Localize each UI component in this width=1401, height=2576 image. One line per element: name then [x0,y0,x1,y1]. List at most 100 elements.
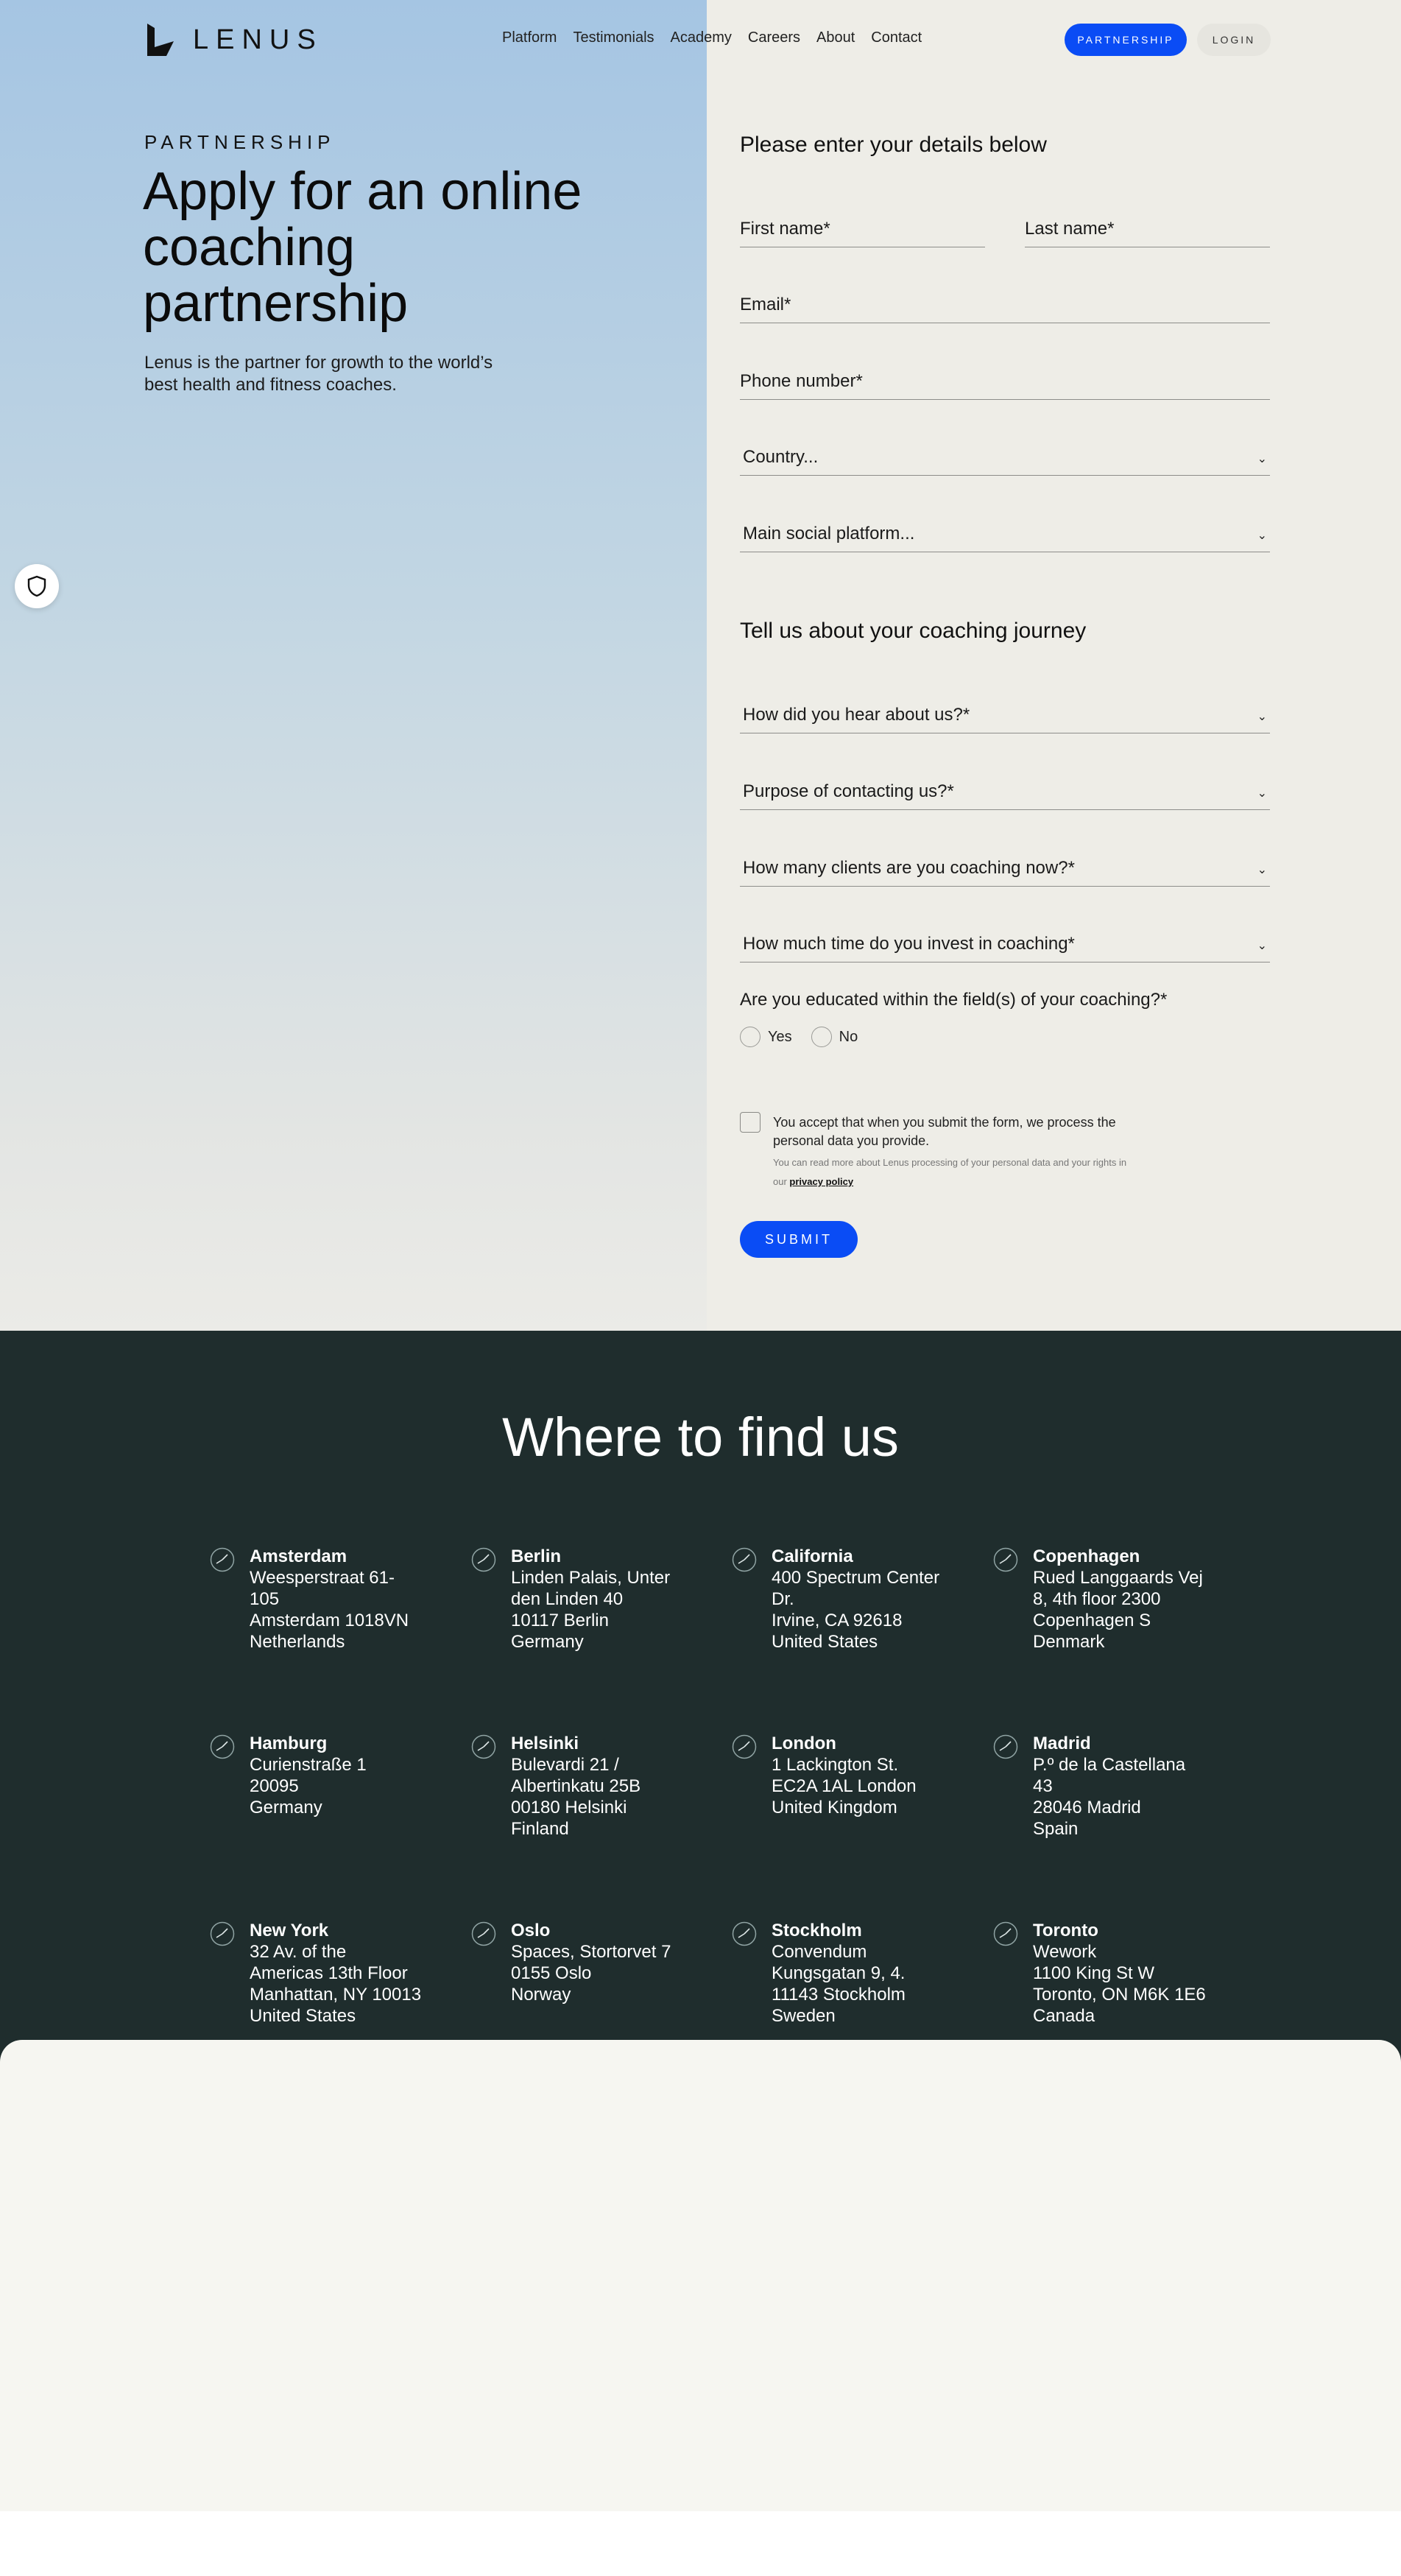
lenus-logo-icon [147,24,174,56]
office-address-line: 00180 Helsinki [511,1798,627,1817]
nav-link-platform[interactable]: Platform [502,29,557,46]
office-address-line: Germany [250,1798,322,1817]
office-address-line: EC2A 1AL London [772,1776,917,1796]
email-field[interactable]: Email* [740,291,1270,323]
radio-no[interactable] [811,1027,832,1047]
office-oslo: Oslo Spaces, Stortorvet 7 0155 Oslo Norway [471,1920,754,2005]
nav-link-testimonials[interactable]: Testimonials [573,29,654,46]
submit-button[interactable]: SUBMIT [740,1221,858,1258]
office-address-line: Copenhagen S [1033,1611,1151,1630]
consent-checkbox[interactable] [740,1112,761,1133]
hear-about-select[interactable]: How did you hear about us?* ⌄ [740,701,1270,733]
chevron-down-icon: ⌄ [1257,787,1267,800]
office-city: London [772,1734,836,1753]
nav-link-about[interactable]: About [816,29,855,46]
office-new-york: New York 32 Av. of the Americas 13th Floor… [210,1920,493,2027]
office-address-line: Wework [1033,1942,1097,1962]
office-address-line: Kungsgatan 9, 4. [772,1963,906,1983]
office-address-line: Bulevardi 21 / [511,1755,619,1775]
office-city: Copenhagen [1033,1546,1140,1566]
radio-option-no[interactable]: No [811,1027,858,1047]
office-address-line: 0155 Oslo [511,1963,592,1983]
lenus-logo[interactable]: LENUS [144,21,323,59]
office-address-line: Rued Langgaards Vej [1033,1568,1203,1588]
office-address-line: Spain [1033,1819,1079,1839]
office-stockholm: Stockholm Convendum Kungsgatan 9, 4. 11143 … [732,1920,1014,2027]
office-toronto: Toronto Wework 1100 King St W Toronto, ON M… [993,1920,1276,2027]
first-name-field[interactable]: First name* [740,215,985,247]
office-city: Amsterdam [250,1546,347,1566]
purpose-label: Purpose of contacting us?* [743,781,954,801]
shield-icon [27,575,46,597]
office-city: Madrid [1033,1734,1091,1753]
office-address-line: Amsterdam 1018VN [250,1611,409,1630]
nav-link-academy[interactable]: Academy [671,29,732,46]
clients-select[interactable]: How many clients are you coaching now?* … [740,854,1270,887]
office-address-line: 8, 4th floor 2300 [1033,1589,1161,1609]
office-address-line: Finland [511,1819,569,1839]
office-city: Oslo [511,1921,551,1940]
office-copenhagen: Copenhagen Rued Langgaards Vej 8, 4th floo… [993,1546,1276,1653]
last-name-label: Last name* [1025,219,1115,239]
office-berlin: Berlin Linden Palais, Unter den Linden 40 1… [471,1546,754,1653]
clock-icon [471,1921,496,1946]
office-address-line: United Kingdom [772,1798,897,1817]
clock-icon [210,1547,235,1572]
clock-icon [993,1734,1018,1759]
clock-icon [210,1921,235,1946]
country-select[interactable]: Country... ⌄ [740,443,1270,476]
office-city: Helsinki [511,1734,579,1753]
nav-link-contact[interactable]: Contact [871,29,922,46]
educated-question: Are you educated within the field(s) of … [740,990,1168,1010]
office-address-line: Sweden [772,2006,836,2026]
social-platform-select[interactable]: Main social platform... ⌄ [740,520,1270,552]
office-address-line: Toronto, ON M6K 1E6 [1033,1985,1206,2005]
office-city: Toronto [1033,1921,1098,1940]
clock-icon [732,1921,757,1946]
locations-title: Where to find us [502,1407,899,1468]
office-address-line: Germany [511,1632,584,1652]
nav-link-careers[interactable]: Careers [748,29,800,46]
office-address-line: den Linden 40 [511,1589,624,1609]
clock-icon [471,1734,496,1759]
office-city: Stockholm [772,1921,862,1940]
last-name-field[interactable]: Last name* [1025,215,1270,247]
office-address-line: Americas 13th Floor [250,1963,408,1983]
office-address-line: 28046 Madrid [1033,1798,1141,1817]
clock-icon [993,1921,1018,1946]
logo-wordmark: LENUS [193,24,323,55]
phone-field[interactable]: Phone number* [740,367,1270,400]
office-city: Berlin [511,1546,562,1566]
privacy-policy-link[interactable]: privacy policy [789,1176,853,1187]
hero-section: LENUS Platform Testimonials Academy Care… [0,0,1401,1331]
partnership-button[interactable]: PARTNERSHIP [1065,24,1187,56]
form-heading: Please enter your details below [740,133,1047,157]
login-button[interactable]: LOGIN [1197,24,1271,56]
hero-subtitle: Lenus is the partner for growth to the w… [144,353,493,395]
office-address-line: United States [250,2006,356,2026]
radio-yes[interactable] [740,1027,761,1047]
clock-icon [471,1547,496,1572]
radio-option-yes[interactable]: Yes [740,1027,792,1047]
consent-text: You accept that when you submit the form… [773,1115,1116,1148]
office-address-line: Denmark [1033,1632,1105,1652]
hear-about-label: How did you hear about us?* [743,705,970,725]
time-invest-select[interactable]: How much time do you invest in coaching*… [740,930,1270,963]
hero-eyebrow: PARTNERSHIP [144,131,336,153]
journey-heading: Tell us about your coaching journey [740,619,1087,643]
office-address-line: 43 [1033,1776,1053,1796]
office-address-line: United States [772,1632,878,1652]
purpose-select[interactable]: Purpose of contacting us?* ⌄ [740,778,1270,810]
office-address-line: Netherlands [250,1632,345,1652]
office-address-line: 20095 [250,1776,299,1796]
office-helsinki: Helsinki Bulevardi 21 /Albertinkatu 25B 00… [471,1733,754,1840]
office-amsterdam: Amsterdam Weesperstraat 61- 105 Amsterdam 1… [210,1546,493,1653]
chevron-down-icon: ⌄ [1257,529,1267,542]
office-address-line: Irvine, CA 92618 [772,1611,903,1630]
office-hamburg: Hamburg Curienstraße 1 20095 Germany [210,1733,493,1818]
privacy-shield-button[interactable] [15,564,59,608]
phone-label: Phone number* [740,371,863,391]
office-address-line: Linden Palais, Unter [511,1568,671,1588]
office-address-line: Norway [511,1985,571,2005]
chevron-down-icon: ⌄ [1257,864,1267,876]
